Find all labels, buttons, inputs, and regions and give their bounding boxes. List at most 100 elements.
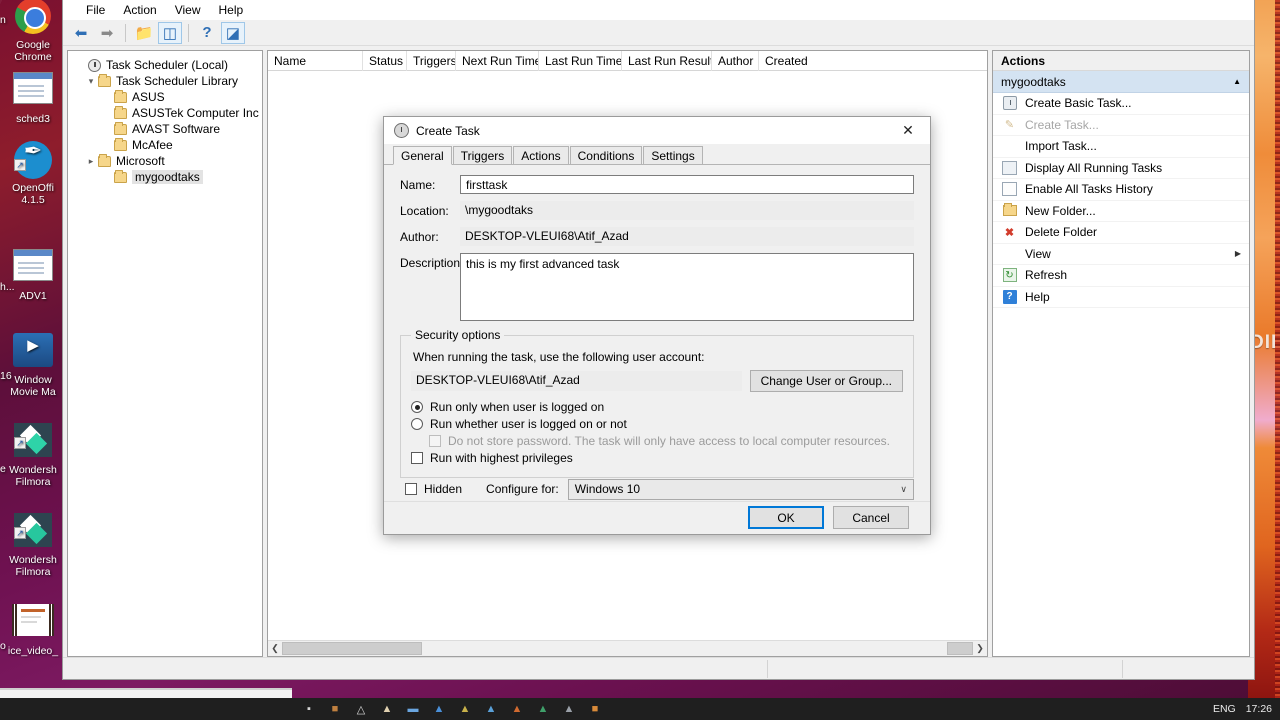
desktop-icon-filmora[interactable]: ↗ Wondersh Filmora xyxy=(2,420,64,488)
action-label: Create Task... xyxy=(1025,117,1099,132)
taskbar-icon-9[interactable]: ▲ xyxy=(504,699,530,719)
tab-general[interactable]: General xyxy=(393,146,452,165)
taskbar-icon-10[interactable]: ▲ xyxy=(530,699,556,719)
tree-item-mcafee[interactable]: McAfee xyxy=(68,137,262,153)
name-input[interactable]: firsttask xyxy=(460,175,914,194)
column-header-status[interactable]: Status xyxy=(363,50,407,71)
taskbar-icon-2[interactable]: ■ xyxy=(322,699,348,719)
column-header-triggers[interactable]: Triggers xyxy=(407,50,456,71)
checkbox-run-with-highest-privileges[interactable]: Run with highest privileges xyxy=(411,451,903,465)
column-header-created[interactable]: Created xyxy=(759,51,817,71)
up-folder-icon[interactable]: 📁 xyxy=(132,22,156,44)
description-textarea[interactable]: this is my first advanced task xyxy=(460,253,914,321)
taskbar-icon-3[interactable]: △ xyxy=(348,699,374,719)
action-delete-folder[interactable]: ✖ Delete Folder xyxy=(993,222,1249,244)
tab-settings[interactable]: Settings xyxy=(643,146,703,164)
checkbox-hidden[interactable]: Hidden xyxy=(405,482,462,496)
action-refresh[interactable]: ↻ Refresh xyxy=(993,265,1249,287)
author-value: DESKTOP-VLEUI68\Atif_Azad xyxy=(460,227,914,246)
chevron-down-icon[interactable]: ▾ xyxy=(84,76,98,87)
close-icon[interactable]: ✕ xyxy=(886,117,930,144)
desktop-icon-label: Wondersh Filmora xyxy=(9,464,57,488)
tree-item-asus[interactable]: ASUS xyxy=(68,89,262,105)
taskbar-icon-8[interactable]: ▲ xyxy=(478,699,504,719)
tree-item-library[interactable]: ▾ Task Scheduler Library xyxy=(68,73,262,89)
tree-root[interactable]: Task Scheduler (Local) xyxy=(68,57,262,73)
radio-icon[interactable] xyxy=(411,418,423,430)
change-user-or-group-button[interactable]: Change User or Group... xyxy=(749,370,903,392)
tab-actions[interactable]: Actions xyxy=(513,146,569,164)
tree-item-mygoodtaks[interactable]: mygoodtaks xyxy=(68,169,262,185)
taskbar-icon-6[interactable]: ▲ xyxy=(426,699,452,719)
column-header-last-run-result[interactable]: Last Run Result xyxy=(622,50,712,71)
tree-item-microsoft[interactable]: ▸ Microsoft xyxy=(68,153,262,169)
action-new-folder[interactable]: New Folder... xyxy=(993,201,1249,222)
actions-pane: Actions mygoodtaks ▲ Create Basic Task..… xyxy=(992,50,1250,657)
column-header-next-run-time[interactable]: Next Run Time xyxy=(456,50,539,71)
scrollbar-thumb[interactable] xyxy=(282,642,422,655)
column-header-author[interactable]: Author xyxy=(712,50,759,71)
radio-icon[interactable] xyxy=(411,401,423,413)
desktop-icon-sched3[interactable]: sched3 xyxy=(2,68,64,126)
desktop-icon-label: sched3 xyxy=(16,113,50,125)
desktop-icon-openoffice[interactable]: ↗ OpenOffi 4.1.5 xyxy=(2,140,64,206)
actions-pane-header: Actions xyxy=(993,51,1249,71)
action-help[interactable]: ? Help xyxy=(993,287,1249,308)
menu-file[interactable]: File xyxy=(77,1,114,19)
action-import-task[interactable]: Import Task... xyxy=(993,136,1249,158)
menu-help[interactable]: Help xyxy=(210,1,253,19)
action-view[interactable]: View ▶ xyxy=(993,244,1249,265)
desktop-icon-movie-maker[interactable]: Window Movie Ma xyxy=(2,330,64,398)
column-header-name[interactable]: Name xyxy=(268,50,363,71)
configure-for-select[interactable]: Windows 10 ∨ xyxy=(567,478,914,500)
scroll-right-icon[interactable]: ❯ xyxy=(973,641,987,656)
forward-arrow-icon[interactable]: ➡ xyxy=(95,22,119,44)
horizontal-scrollbar[interactable]: ❮ ❯ xyxy=(268,640,987,656)
ok-button[interactable]: OK xyxy=(748,506,824,530)
desktop-icon-filmora-2[interactable]: ↗ Wondersh Filmora xyxy=(2,510,64,578)
tree-item-avast-software[interactable]: AVAST Software xyxy=(68,121,262,137)
tree-item-asustek-computer-inc[interactable]: ASUSTek Computer Inc xyxy=(68,105,262,121)
taskbar-icon-1[interactable]: ▪ xyxy=(296,699,322,719)
desktop-icon-ice-video[interactable]: ice_video_ xyxy=(2,600,64,658)
taskbar-icon-12[interactable]: ■ xyxy=(582,699,608,719)
action-enable-all-tasks-history[interactable]: Enable All Tasks History xyxy=(993,179,1249,201)
dialog-title-bar[interactable]: Create Task ✕ xyxy=(384,117,930,144)
help-icon[interactable]: ? xyxy=(195,22,219,44)
column-header-last-run-time[interactable]: Last Run Time xyxy=(539,50,622,71)
desktop-icon-adv1[interactable]: ADV1 xyxy=(2,245,64,303)
action-label: New Folder... xyxy=(1025,203,1096,218)
tray-clock[interactable]: 17:26 xyxy=(1246,703,1272,715)
scrollbar-track-right[interactable] xyxy=(947,642,973,655)
menu-view[interactable]: View xyxy=(166,1,210,19)
taskbar-icon-11[interactable]: ▲ xyxy=(556,699,582,719)
taskbar-icon-7[interactable]: ▲ xyxy=(452,699,478,719)
tree-item-label: McAfee xyxy=(132,138,173,152)
tray-language[interactable]: ENG xyxy=(1213,703,1236,715)
taskbar-icon-5[interactable]: ▬ xyxy=(400,699,426,719)
action-create-basic-task[interactable]: Create Basic Task... xyxy=(993,93,1249,115)
chevron-down-icon[interactable]: ∨ xyxy=(900,484,907,495)
scroll-left-icon[interactable]: ❮ xyxy=(268,641,282,656)
show-hide-tree-icon[interactable]: ◫ xyxy=(158,21,182,44)
back-arrow-icon[interactable]: ⬅ xyxy=(69,22,93,44)
chevron-up-icon[interactable]: ▲ xyxy=(1233,77,1241,86)
checkbox-icon[interactable] xyxy=(411,452,423,464)
actions-group-mygoodtaks[interactable]: mygoodtaks ▲ xyxy=(993,71,1249,93)
actions-group-label: mygoodtaks xyxy=(1001,74,1066,89)
show-action-pane-icon[interactable]: ◪ xyxy=(221,21,245,44)
radio-run-whether-logged-on-or-not[interactable]: Run whether user is logged on or not xyxy=(411,417,903,431)
chevron-right-icon[interactable]: ▸ xyxy=(84,156,98,167)
tab-triggers[interactable]: Triggers xyxy=(452,146,513,164)
desktop-icon-google-chrome[interactable]: Google Chrome xyxy=(2,0,64,63)
menu-action[interactable]: Action xyxy=(114,1,165,19)
console-tree[interactable]: Task Scheduler (Local) ▾ Task Scheduler … xyxy=(67,50,263,657)
radio-run-only-when-logged-on[interactable]: Run only when user is logged on xyxy=(411,400,903,414)
tab-conditions[interactable]: Conditions xyxy=(569,146,643,164)
checkbox-icon[interactable] xyxy=(405,483,417,496)
cancel-button[interactable]: Cancel xyxy=(833,506,909,530)
taskbar-icon-4[interactable]: ▲ xyxy=(374,699,400,719)
checkbox-do-not-store-password: Do not store password. The task will onl… xyxy=(429,434,903,448)
action-display-all-running-tasks[interactable]: Display All Running Tasks xyxy=(993,158,1249,179)
chrome-icon xyxy=(11,0,55,38)
